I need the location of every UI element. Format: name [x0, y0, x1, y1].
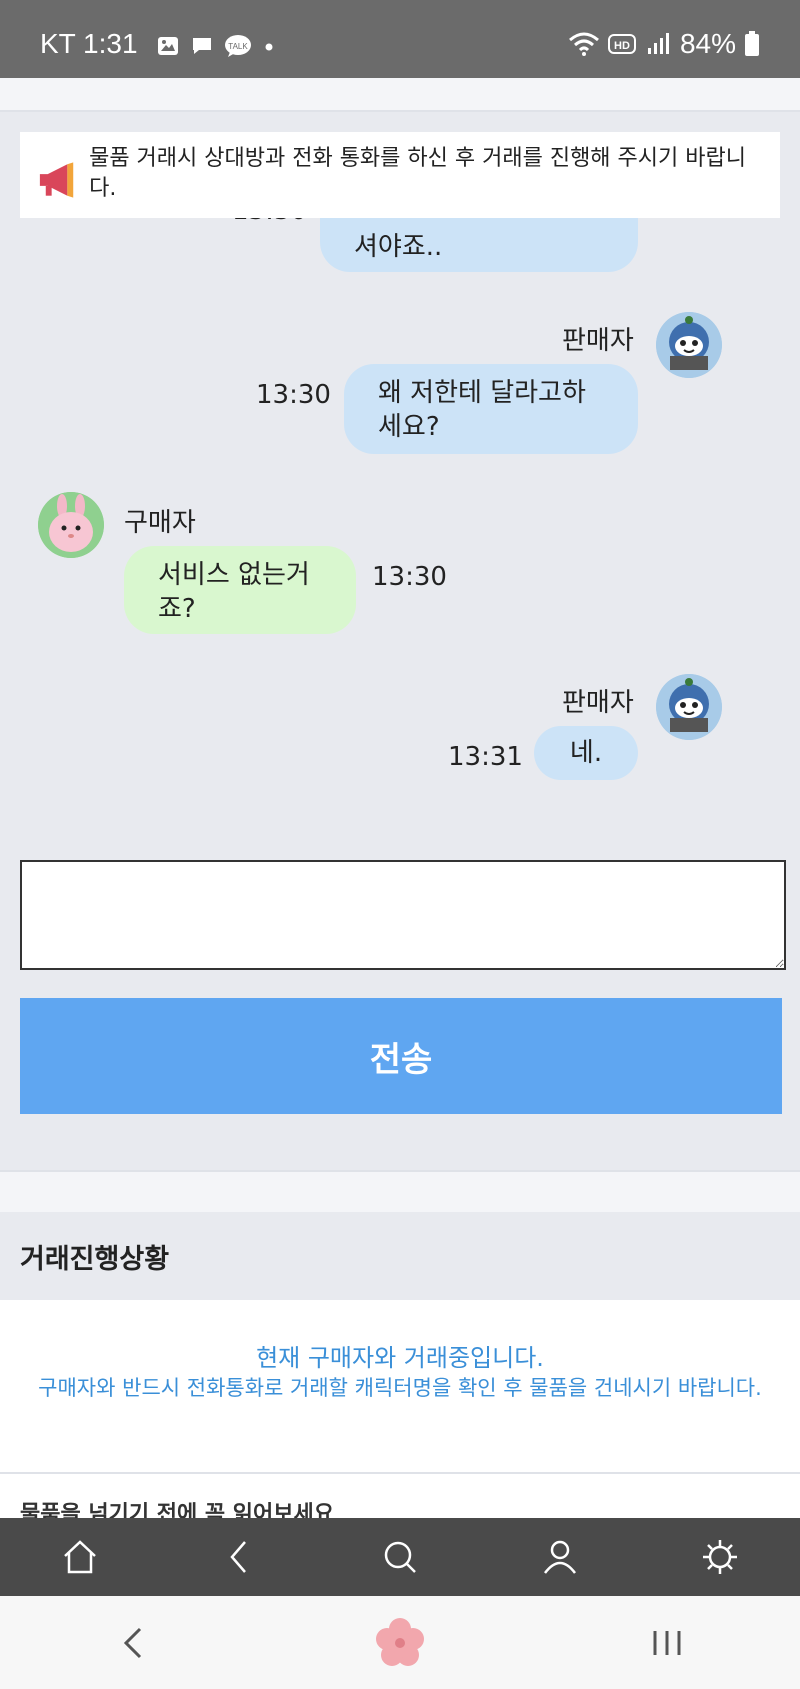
seller-avatar[interactable]	[656, 312, 722, 378]
svg-text:HD: HD	[614, 40, 630, 52]
megaphone-icon	[39, 162, 74, 198]
message-icon	[193, 38, 211, 54]
battery-icon	[745, 31, 759, 56]
flower-icon	[375, 1617, 424, 1666]
search-button[interactable]	[360, 1518, 440, 1596]
read-before-title: 물품을 넘기기 전에 꼭 읽어보세요	[20, 1502, 334, 1518]
settings-icon	[703, 1540, 737, 1574]
sender-name-buyer: 구매자	[124, 508, 196, 538]
sender-name-seller: 판매자	[562, 326, 634, 356]
seller-character-icon	[656, 674, 722, 740]
trade-status-title: 거래진행상황	[20, 1244, 170, 1275]
message-text-line: 왜 저한테 달라고하	[378, 378, 586, 408]
status-bar: KT 1:31 TALK HD 84%	[0, 0, 800, 78]
svg-text:TALK: TALK	[228, 42, 248, 51]
message-text-line: 죠?	[158, 594, 196, 624]
recents-icon	[653, 1630, 681, 1655]
system-recents-button[interactable]	[607, 1596, 727, 1689]
system-indicators: HD 84%	[568, 28, 760, 60]
person-icon	[544, 1540, 576, 1574]
search-icon	[384, 1541, 416, 1573]
buyer-avatar[interactable]	[38, 492, 104, 558]
wifi-icon	[568, 32, 599, 56]
chat-area[interactable]: 13:30 셔야죠.. 판매자 13:30 왜 저한테 달라고하 세요? 구매자…	[0, 110, 800, 830]
system-nav-bar	[0, 1596, 800, 1689]
read-before-section: 물품을 넘기기 전에 꼭 읽어보세요	[0, 1474, 800, 1518]
buyer-message-bubble: 서비스 없는거 죠?	[124, 546, 356, 634]
buyer-character-icon	[38, 492, 104, 558]
message-text: 셔야죠..	[354, 232, 443, 262]
message-time: 13:31	[448, 742, 523, 772]
seller-message-bubble: 왜 저한테 달라고하 세요?	[344, 364, 638, 454]
bottom-nav-bar	[0, 1518, 800, 1596]
message-time: 13:30	[372, 562, 447, 592]
page-top-divider	[0, 78, 800, 112]
battery-percent: 84%	[679, 28, 736, 59]
notice-banner: 물품 거래시 상대방과 전화 통화를 하신 후 거래를 진행해 주시기 바랍니다…	[20, 132, 780, 218]
home-icon	[64, 1540, 96, 1574]
hd-icon: HD	[607, 34, 636, 54]
notice-text: 물품 거래시 상대방과 전화 통화를 하신 후 거래를 진행해 주시기 바랍니다…	[89, 146, 746, 201]
profile-button[interactable]	[520, 1518, 600, 1596]
settings-button[interactable]	[680, 1518, 760, 1596]
seller-message-bubble: 네.	[534, 726, 638, 780]
message-text-line: 서비스 없는거	[158, 560, 310, 590]
message-time: 13:30	[256, 380, 331, 410]
dot-icon	[265, 43, 273, 51]
system-back-button[interactable]	[73, 1596, 193, 1689]
carrier-time: KT 1:31	[40, 28, 138, 59]
signal-icon	[647, 33, 669, 54]
message-text-line: 세요?	[378, 412, 440, 442]
sender-name-seller: 판매자	[562, 688, 634, 718]
message-input[interactable]	[20, 860, 786, 970]
notification-icons: TALK	[156, 34, 276, 58]
gallery-icon	[158, 37, 178, 55]
back-chevron-icon	[124, 1627, 142, 1658]
section-divider	[0, 1170, 800, 1214]
send-button[interactable]: 전송	[20, 998, 782, 1114]
trade-status-main: 현재 구매자와 거래중입니다.	[256, 1344, 544, 1372]
message-text: 네.	[569, 738, 603, 768]
system-home-button[interactable]	[340, 1596, 460, 1689]
talk-icon: TALK	[225, 35, 251, 57]
back-button[interactable]	[200, 1518, 280, 1596]
home-button[interactable]	[40, 1518, 120, 1596]
trade-status-sub: 구매자와 반드시 전화통화로 거래할 캐릭터명을 확인 후 물품을 건네시기 바…	[38, 1376, 762, 1400]
back-icon	[230, 1541, 246, 1573]
seller-avatar[interactable]	[656, 674, 722, 740]
seller-character-icon	[656, 312, 722, 378]
